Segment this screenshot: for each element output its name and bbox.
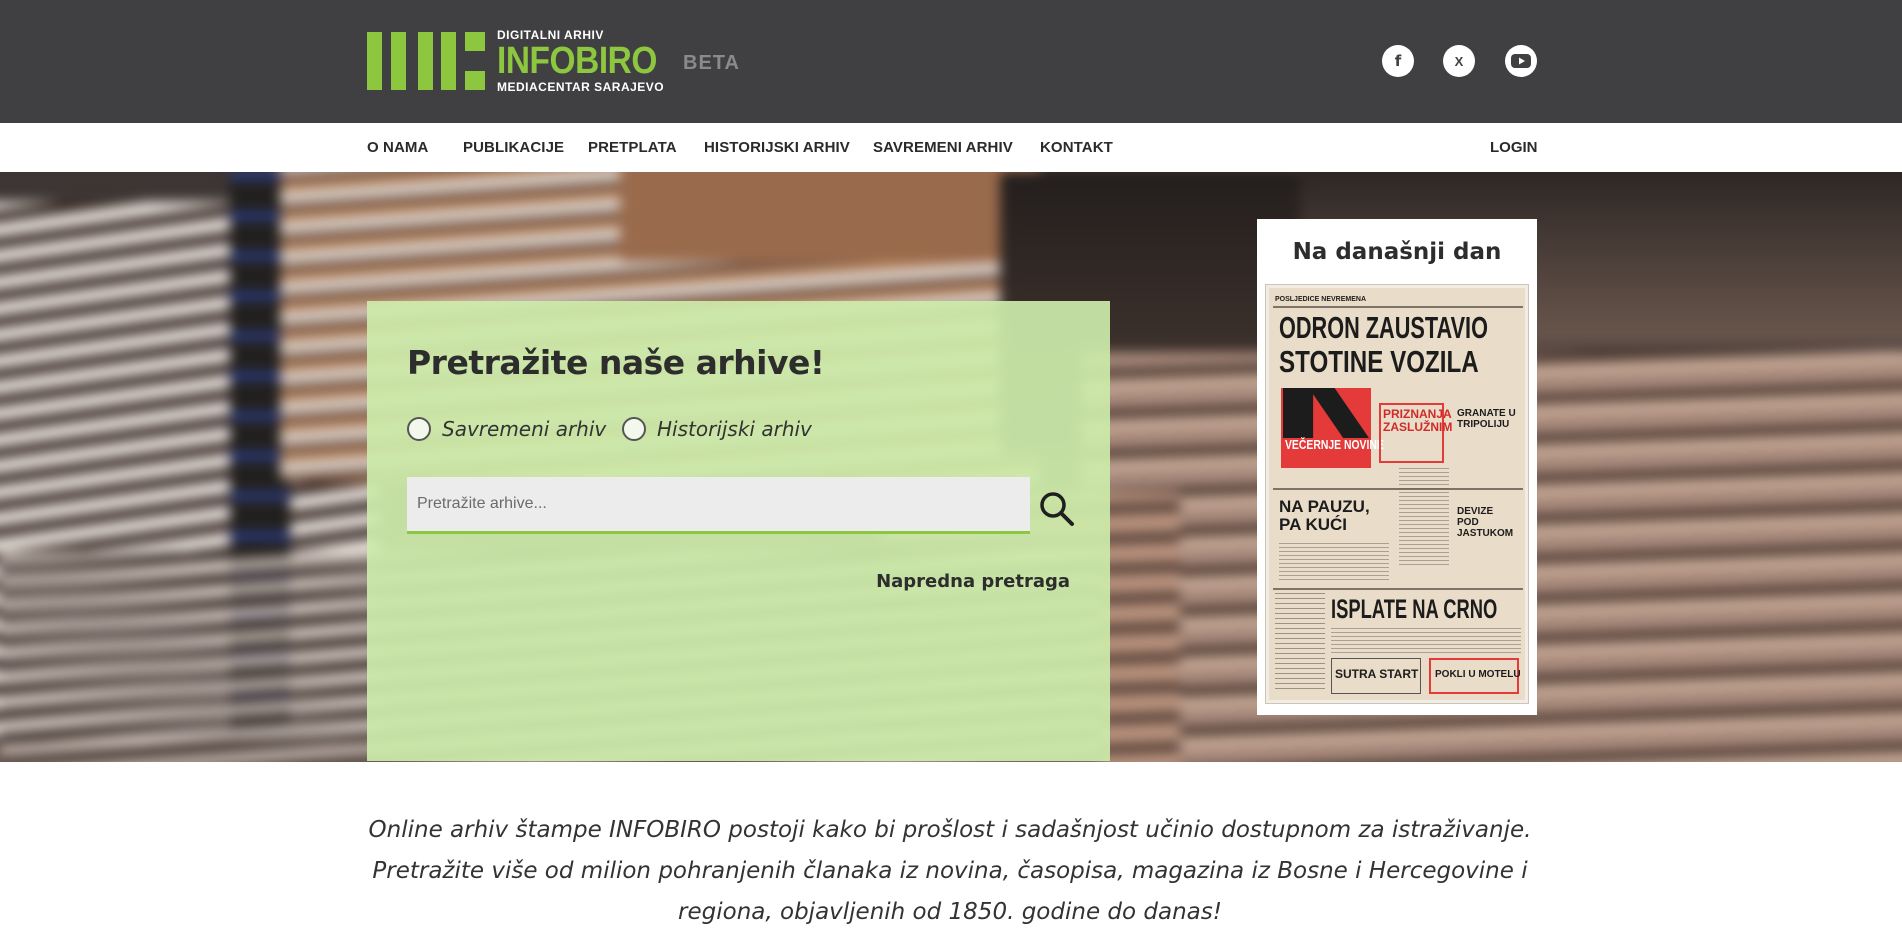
advanced-search-link[interactable]: Napredna pretraga [876, 571, 1070, 592]
radio-savremeni-arhiv[interactable]: Savremeni arhiv [407, 417, 606, 441]
paper-story-5: ISPLATE NA CRNO [1331, 594, 1498, 624]
infobiro-logo[interactable]: DIGITALNI ARHIV INFOBIRO BETA MEDIACENTA… [367, 28, 767, 98]
nav-item-historijski-arhiv[interactable]: HISTORIJSKI ARHIV [704, 139, 850, 156]
radio-label-historijski: Historijski arhiv [657, 417, 812, 441]
paper-story-4: DEVIZE POD JASTUKOM [1457, 506, 1514, 539]
intro-paragraph: Online arhiv štampe INFOBIRO postoji kak… [368, 817, 1532, 925]
x-glyph: X [1454, 53, 1464, 69]
paper-column-text-2 [1399, 468, 1449, 568]
paper-story-1: PRIZNANJA ZASLUŽNIM [1383, 407, 1453, 435]
paper-rule [1273, 588, 1523, 590]
search-title: Pretražite naše arhive! [407, 343, 825, 382]
newspaper-front-page[interactable]: POSLJEDICE NEVREMENA ODRON ZAUSTAVIO STO… [1266, 285, 1528, 703]
paper-story-2: GRANATE U TRIPOLIJU [1457, 408, 1516, 430]
on-this-day-card[interactable]: Na današnji dan POSLJEDICE NEVREMENA ODR… [1257, 219, 1537, 715]
top-header: DIGITALNI ARHIV INFOBIRO BETA MEDIACENTA… [0, 0, 1902, 123]
radio-circle[interactable] [622, 417, 646, 441]
hero-banner: Pretražite naše arhive! Savremeni arhiv … [0, 172, 1902, 762]
x-twitter-icon[interactable]: X [1443, 45, 1475, 77]
logo-brand: INFOBIRO [497, 40, 657, 82]
nav-item-o-nama[interactable]: O NAMA [367, 139, 428, 156]
nav-item-publikacije[interactable]: PUBLIKACIJE [463, 139, 564, 156]
paper-kicker: POSLJEDICE NEVREMENA [1275, 296, 1367, 303]
logo-line-mediacentar: MEDIACENTAR SARAJEVO [497, 80, 665, 94]
radio-label-savremeni: Savremeni arhiv [442, 417, 607, 441]
search-panel: Pretražite naše arhive! Savremeni arhiv … [367, 301, 1110, 761]
paper-story-3: NA PAUZU, PA KUĆI [1279, 497, 1370, 534]
paper-story-7: POKLI U MOTELU [1435, 669, 1521, 680]
paper-column-text-4 [1275, 593, 1325, 693]
page: DIGITALNI ARHIV INFOBIRO BETA MEDIACENTA… [0, 0, 1902, 937]
login-link[interactable]: LOGIN [1490, 139, 1538, 156]
paper-rule [1273, 488, 1523, 490]
youtube-icon[interactable] [1505, 45, 1537, 77]
youtube-play-icon [1511, 54, 1531, 68]
paper-masthead: VEČERNJE NOVINE [1285, 437, 1384, 452]
on-this-day-title: Na današnji dan [1292, 239, 1502, 265]
paper-column-text-1 [1279, 543, 1389, 583]
radio-circle[interactable] [407, 417, 431, 441]
search-button[interactable] [1037, 489, 1077, 529]
radio-historijski-arhiv[interactable]: Historijski arhiv [622, 417, 812, 441]
search-icon [1040, 492, 1074, 526]
logo-beta-badge: BETA [683, 52, 740, 74]
paper-column-text-3 [1331, 628, 1521, 653]
logo-mark [367, 32, 485, 90]
paper-rule [1273, 306, 1523, 308]
facebook-glyph: f [1394, 52, 1402, 70]
nav-item-pretplata[interactable]: PRETPLATA [588, 139, 677, 156]
paper-headline-2: STOTINE VOZILA [1279, 344, 1479, 379]
search-input[interactable] [407, 477, 1030, 534]
main-nav: O NAMA PUBLIKACIJE PRETPLATA HISTORIJSKI… [0, 123, 1902, 172]
paper-story-6: SUTRA START [1335, 667, 1419, 681]
nav-item-kontakt[interactable]: KONTAKT [1040, 139, 1113, 156]
nav-item-savremeni-arhiv[interactable]: SAVREMENI ARHIV [873, 139, 1013, 156]
paper-headline-1: ODRON ZAUSTAVIO [1279, 310, 1488, 345]
logo-wordmark: DIGITALNI ARHIV INFOBIRO BETA MEDIACENTA… [497, 28, 739, 94]
facebook-icon[interactable]: f [1382, 45, 1414, 77]
